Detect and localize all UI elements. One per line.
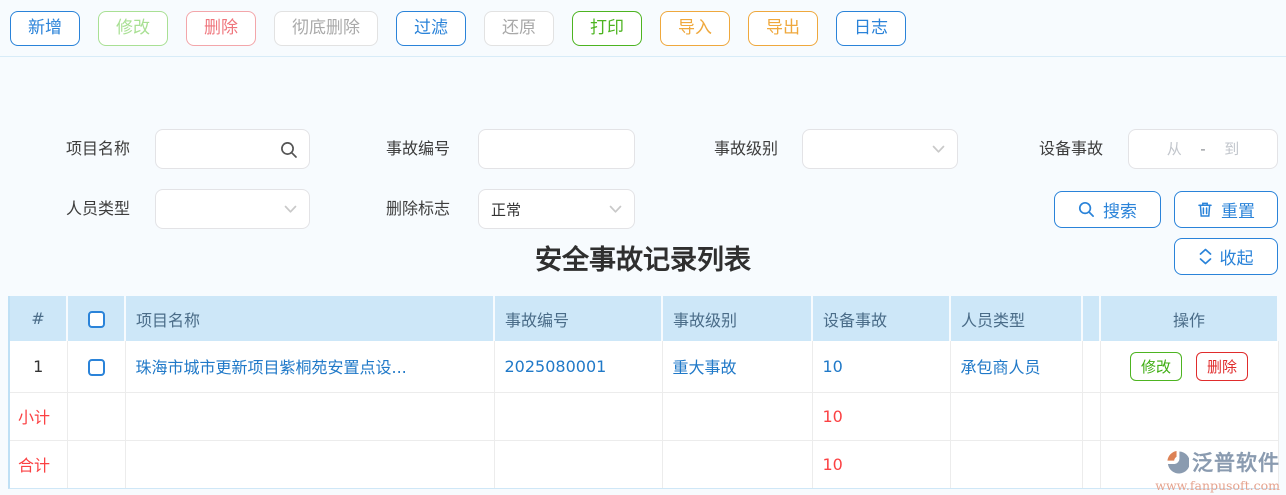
empty-cell: [662, 440, 813, 488]
project-name-label: 项目名称: [65, 139, 130, 158]
equipment-accident-range[interactable]: -: [1128, 129, 1278, 169]
accident-level-select[interactable]: [802, 129, 958, 169]
header-accident-level: 事故级别: [662, 296, 813, 341]
cell-personnel-type: 承包商人员: [950, 341, 1083, 393]
delete-flag-label: 删除标志: [385, 199, 450, 218]
subtotal-label: 小计: [10, 392, 68, 441]
project-name-field[interactable]: [155, 129, 310, 169]
cell-project-name[interactable]: 珠海市城市更新项目紫桐苑安置点设...: [125, 341, 495, 393]
spacer-cell: [1082, 341, 1101, 393]
watermark: 泛普软件 www.fanpusoft.com: [1138, 447, 1280, 493]
cell-equipment-accident: 10: [812, 341, 951, 393]
search-button[interactable]: 搜索: [1054, 191, 1161, 228]
search-icon: [1078, 201, 1095, 218]
chevron-down-icon: [932, 140, 945, 158]
empty-cell: [662, 392, 813, 441]
delete-button[interactable]: 删除: [186, 10, 256, 46]
delete-flag-select[interactable]: 正常: [478, 189, 635, 229]
empty-cell: [950, 440, 1083, 488]
total-row: 合计 10: [10, 440, 1279, 488]
row-edit-button[interactable]: 修改: [1129, 351, 1182, 381]
toolbar: 新增 修改 删除 彻底删除 过滤 还原 打印 导入 导出 日志: [0, 0, 1286, 57]
header-index: #: [10, 296, 68, 341]
table-header-row: # 项目名称 事故编号 事故级别 设备事故 人员类型 操作: [10, 296, 1279, 341]
table-row: 1 珠海市城市更新项目紫桐苑安置点设... 2025080001 重大事故 10…: [10, 341, 1279, 393]
empty-cell: [67, 440, 126, 488]
chevron-down-icon: [609, 200, 622, 218]
empty-cell: [125, 392, 495, 441]
accident-no-label: 事故编号: [385, 139, 450, 158]
subtotal-row: 小计 10: [10, 392, 1279, 441]
fanpu-logo-icon: [1166, 450, 1189, 475]
equipment-accident-label: 设备事故: [1038, 139, 1103, 158]
edit-button[interactable]: 修改: [98, 10, 168, 46]
cell-accident-no: 2025080001: [494, 341, 663, 393]
header-checkbox-cell: [67, 296, 126, 341]
equipment-accident-from-input[interactable]: [1152, 140, 1197, 158]
filter-form: 项目名称 事故编号 事故级别 设备事故 - 人员类型: [0, 57, 1286, 275]
total-label: 合计: [10, 440, 68, 488]
print-button[interactable]: 打印: [572, 10, 642, 46]
reset-button[interactable]: 重置: [1174, 191, 1278, 228]
header-personnel-type: 人员类型: [950, 296, 1083, 341]
spacer-cell: [1082, 392, 1101, 441]
cell-actions: 修改 删除: [1100, 341, 1279, 393]
empty-cell: [494, 440, 663, 488]
header-actions: 操作: [1100, 296, 1279, 341]
watermark-url: www.fanpusoft.com: [1155, 478, 1280, 493]
search-button-label: 搜索: [1103, 202, 1137, 222]
row-index: 1: [10, 341, 68, 393]
project-name-input[interactable]: [156, 130, 309, 168]
page-title: 安全事故记录列表: [535, 245, 751, 276]
accident-level-label: 事故级别: [713, 139, 778, 158]
spacer-cell: [1082, 440, 1101, 488]
row-checkbox[interactable]: [87, 358, 105, 376]
personnel-type-label: 人员类型: [65, 199, 130, 218]
empty-cell: [1100, 392, 1279, 441]
delete-flag-value: 正常: [491, 200, 522, 219]
empty-cell: [494, 392, 663, 441]
purge-button[interactable]: 彻底删除: [274, 10, 378, 46]
cell-accident-level: 重大事故: [662, 341, 813, 393]
header-equipment-accident: 设备事故: [812, 296, 951, 341]
empty-cell: [125, 440, 495, 488]
equipment-accident-to-input[interactable]: [1209, 140, 1254, 158]
empty-cell: [67, 392, 126, 441]
log-button[interactable]: 日志: [836, 10, 906, 46]
add-button[interactable]: 新增: [10, 10, 80, 46]
trash-icon: [1197, 201, 1213, 218]
header-accident-no: 事故编号: [494, 296, 663, 341]
row-checkbox-cell: [67, 341, 126, 393]
import-button[interactable]: 导入: [660, 10, 730, 46]
restore-button[interactable]: 还原: [484, 10, 554, 46]
header-spacer: [1082, 296, 1101, 341]
header-project-name: 项目名称: [125, 296, 495, 341]
row-delete-button[interactable]: 删除: [1196, 351, 1249, 381]
select-all-checkbox[interactable]: [87, 311, 105, 328]
filter-button[interactable]: 过滤: [396, 10, 466, 46]
range-separator: -: [1200, 140, 1206, 158]
reset-button-label: 重置: [1221, 202, 1255, 222]
chevron-down-icon: [284, 200, 297, 218]
subtotal-equipment-accident: 10: [812, 392, 951, 441]
accident-table: # 项目名称 事故编号 事故级别 设备事故 人员类型 操作 1 珠海市城市更新项…: [8, 296, 1279, 489]
export-button[interactable]: 导出: [748, 10, 818, 46]
watermark-brand: 泛普软件: [1192, 451, 1280, 475]
personnel-type-select[interactable]: [155, 189, 310, 229]
empty-cell: [950, 392, 1083, 441]
accident-no-input[interactable]: [478, 129, 635, 169]
total-equipment-accident: 10: [812, 440, 951, 488]
